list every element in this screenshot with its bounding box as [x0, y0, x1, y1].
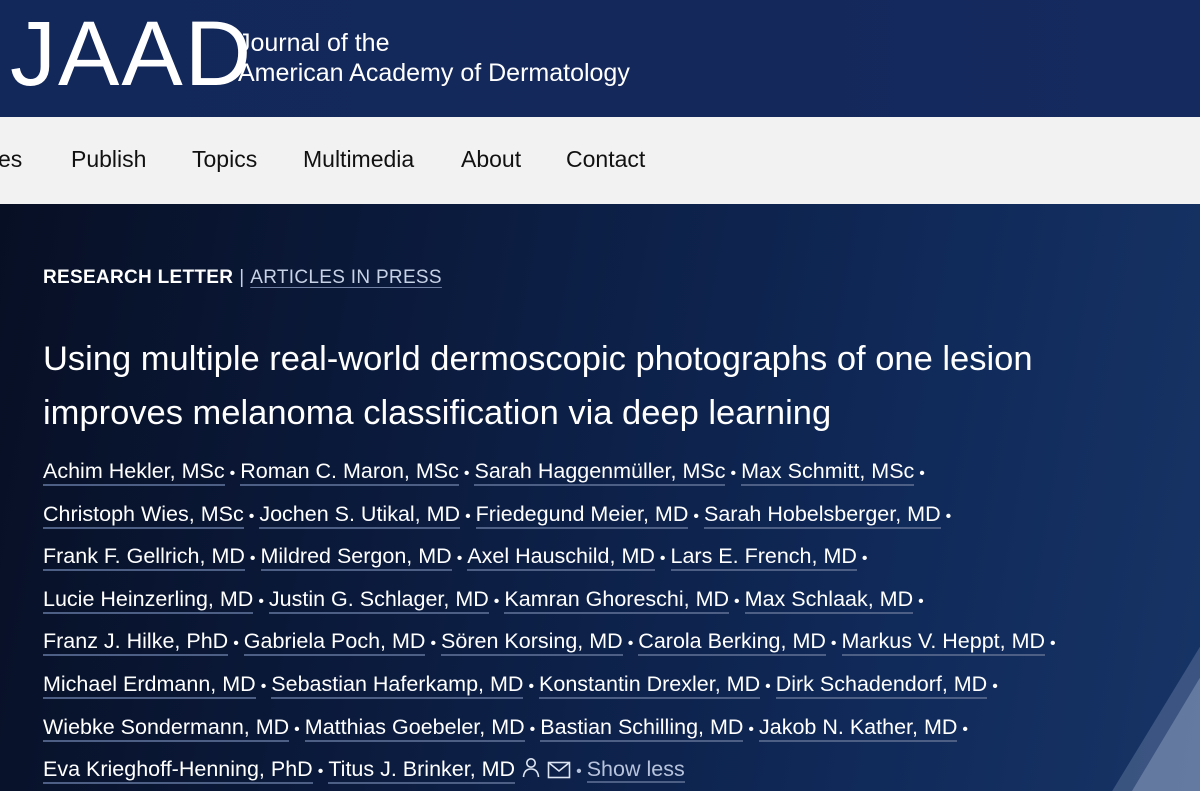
nav-item-multimedia[interactable]: Multimedia [303, 145, 414, 173]
nav-item-publish[interactable]: Publish [71, 145, 146, 173]
author-separator: • [465, 507, 471, 525]
jaad-logo[interactable]: JAAD [10, 8, 253, 100]
author-link[interactable]: Dirk Schadendorf, MD [775, 671, 988, 699]
article-kicker: RESEARCH LETTER | ARTICLES IN PRESS [43, 266, 442, 290]
author-link[interactable]: Sarah Haggenmüller, MSc [474, 459, 726, 486]
author-list: Achim Hekler, MSc • Roman C. Maron, MSc • Sa… [43, 450, 1193, 791]
nav-item-topics[interactable]: Topics [192, 145, 257, 173]
nav-item-issues[interactable]: es [0, 145, 22, 173]
author-link[interactable]: Jochen S. Utikal, MD [259, 501, 461, 529]
author-link[interactable]: Kamran Ghoreschi, MD [504, 586, 730, 614]
author-separator: • [627, 635, 634, 653]
author-link[interactable]: Sören Korsing, MD [441, 629, 623, 657]
author-separator: • [693, 507, 699, 525]
author-link[interactable]: Carola Berking, MD [638, 629, 826, 657]
author-separator: • [529, 720, 536, 738]
author-separator: • [659, 550, 666, 568]
author-link[interactable]: Max Schlaak, MD [744, 586, 914, 614]
author-line: Frank F. Gellrich, MD • Mildred Sergon, MD… [43, 535, 1193, 578]
author-link[interactable]: Matthias Goebeler, MD [304, 714, 525, 742]
author-separator: • [463, 465, 470, 482]
author-separator: • [576, 763, 582, 781]
author-link[interactable]: Bastian Schilling, MD [540, 714, 744, 742]
author-separator: • [830, 635, 837, 653]
author-separator: • [248, 507, 255, 525]
author-link[interactable]: Justin G. Schlager, MD [268, 586, 489, 614]
author-link[interactable]: Gabriela Poch, MD [243, 629, 426, 657]
article-type: RESEARCH LETTER [43, 267, 234, 288]
author-separator: • [945, 507, 952, 525]
journal-name-line2: American Academy of Dermatology [238, 59, 630, 87]
author-line: Achim Hekler, MSc • Roman C. Maron, MSc • Sa… [43, 450, 1193, 493]
author-line: Wiebke Sondermann, MD • Matthias Goebeler,… [43, 706, 1193, 749]
author-link[interactable]: Eva Krieghoff-Henning, PhD [43, 757, 313, 785]
author-separator: • [233, 635, 239, 653]
articles-in-press-link[interactable]: ARTICLES IN PRESS [250, 267, 442, 288]
author-separator: • [493, 592, 500, 610]
author-separator: • [260, 677, 267, 695]
author-line: Lucie Heinzerling, MD • Justin G. Schlager… [43, 578, 1193, 621]
author-separator: • [249, 550, 256, 568]
author-link[interactable]: Friedegund Meier, MD [475, 501, 689, 529]
author-link[interactable]: Christoph Wies, MSc [43, 501, 244, 529]
author-link[interactable]: Konstantin Drexler, MD [539, 671, 761, 699]
author-link[interactable]: Mildred Sergon, MD [260, 544, 452, 572]
main-nav: es Publish Topics Multimedia About Conta… [0, 117, 1200, 204]
author-separator: • [730, 465, 737, 482]
author-separator: • [317, 763, 324, 781]
author-link[interactable]: Max Schmitt, MSc [741, 459, 915, 486]
envelope-icon[interactable] [547, 751, 571, 791]
author-link[interactable]: Sebastian Haferkamp, MD [271, 671, 524, 699]
site-header: JAAD Journal of the American Academy of … [0, 0, 1200, 117]
author-line: Christoph Wies, MSc • Jochen S. Utikal, MD… [43, 493, 1193, 536]
author-link[interactable]: Wiebke Sondermann, MD [43, 714, 290, 742]
author-separator: • [456, 550, 463, 568]
author-link[interactable]: Titus J. Brinker, MD [328, 757, 516, 785]
article-hero: RESEARCH LETTER | ARTICLES IN PRESS Using … [0, 204, 1200, 791]
author-separator: • [918, 592, 924, 610]
person-icon[interactable] [521, 751, 541, 791]
nav-item-contact[interactable]: Contact [566, 145, 645, 173]
author-link[interactable]: Achim Hekler, MSc [43, 459, 225, 486]
author-line: Franz J. Hilke, PhD • Gabriela Poch, MD • Sö… [43, 620, 1193, 663]
author-separator: • [528, 677, 535, 695]
author-link[interactable]: Lucie Heinzerling, MD [43, 586, 254, 614]
author-link[interactable]: Jakob N. Kather, MD [759, 714, 958, 742]
author-separator: • [258, 592, 264, 610]
author-separator: • [765, 677, 771, 695]
author-link[interactable]: Frank F. Gellrich, MD [43, 544, 245, 572]
journal-name-line1: Journal of the [238, 29, 390, 57]
author-link[interactable]: Franz J. Hilke, PhD [43, 629, 229, 657]
author-line: Eva Krieghoff-Henning, PhD • Titus J. Brin… [43, 748, 1193, 791]
author-link[interactable]: Michael Erdmann, MD [43, 671, 256, 699]
author-separator: • [229, 465, 236, 482]
author-link[interactable]: Roman C. Maron, MSc [240, 459, 459, 486]
author-link[interactable]: Axel Hauschild, MD [467, 544, 655, 572]
author-separator: • [430, 635, 437, 653]
author-separator: • [861, 550, 868, 568]
author-separator: • [919, 465, 925, 482]
author-separator: • [992, 677, 998, 695]
author-separator: • [1050, 635, 1056, 653]
author-line: Michael Erdmann, MD • Sebastian Haferkamp,… [43, 663, 1193, 706]
author-link[interactable]: Markus V. Heppt, MD [841, 629, 1046, 657]
author-separator: • [294, 720, 300, 738]
author-separator: • [748, 720, 755, 738]
nav-item-about[interactable]: About [461, 145, 521, 173]
author-link[interactable]: Sarah Hobelsberger, MD [703, 501, 941, 529]
author-link[interactable]: Lars E. French, MD [670, 544, 857, 572]
kicker-separator: | [239, 267, 245, 288]
article-title: Using multiple real-world dermoscopic ph… [43, 340, 1033, 432]
author-separator: • [962, 720, 968, 738]
show-less-button[interactable]: Show less [586, 757, 685, 784]
author-separator: • [734, 592, 740, 610]
journal-name[interactable]: Journal of the American Academy of Derma… [238, 28, 630, 88]
